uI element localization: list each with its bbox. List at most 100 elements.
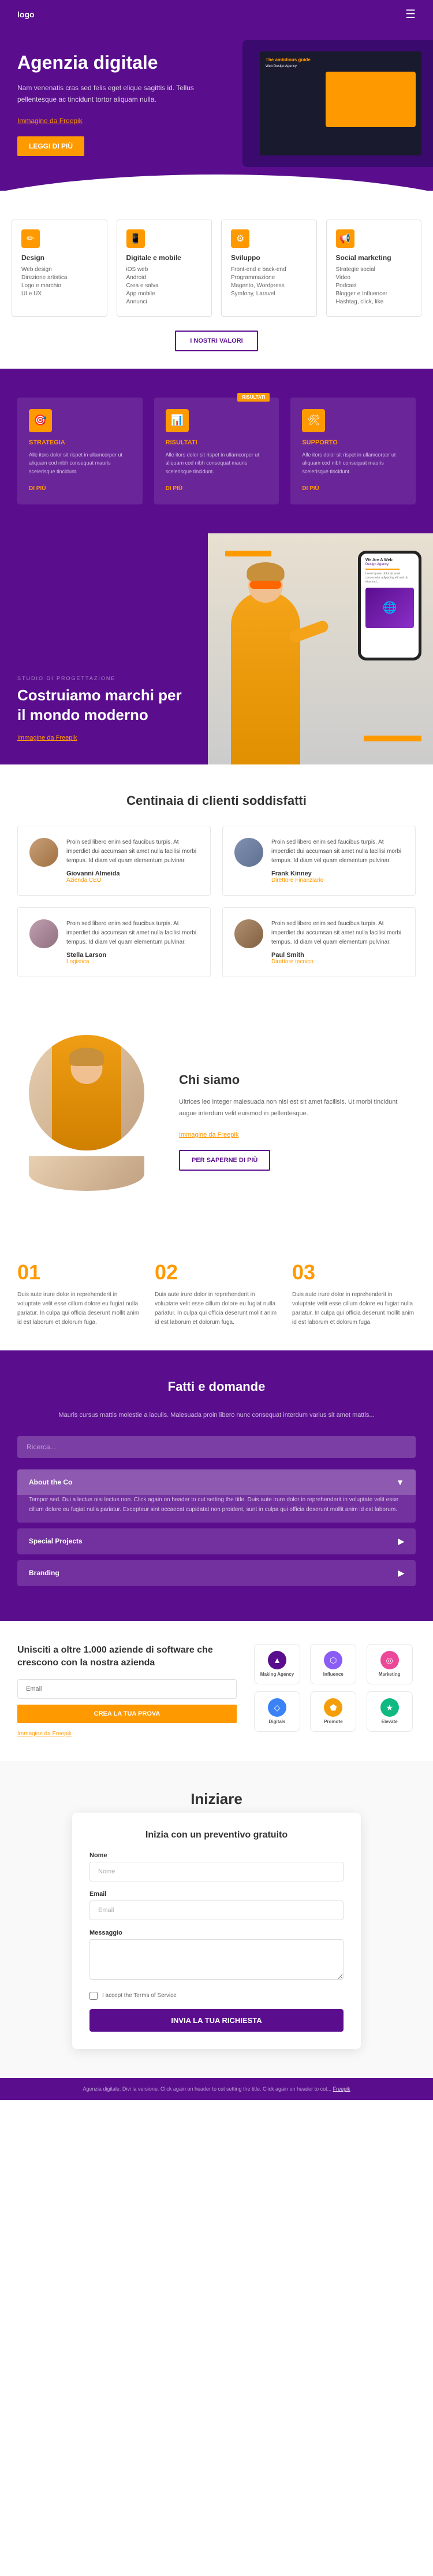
- service-card-sviluppo: ⚙ Sviluppo Front-end e back-end Programm…: [221, 220, 317, 317]
- testimonial-content-3: Proin sed libero enim sed faucibus turpi…: [271, 919, 404, 965]
- testimonial-name-1: Frank Kinney: [271, 870, 404, 877]
- testimonial-card-3: Proin sed libero enim sed faucibus turpi…: [222, 907, 416, 977]
- phone-subtext: Design Agency: [365, 563, 414, 566]
- partner-logo-4: ⬟ Promote: [310, 1691, 356, 1732]
- partner-logo-3: ◇ Digitals: [254, 1691, 300, 1732]
- laptop-screen: The ambitious guide Web Design Agency: [260, 51, 421, 155]
- services-section: ✏ Design Web design Direzione artistica …: [0, 191, 433, 369]
- list-item: Direzione artistica: [21, 274, 98, 281]
- form-checkbox-wrap: I accept the Terms of Service: [89, 1992, 344, 2000]
- purple-card-link-1[interactable]: DI PIÙ: [166, 485, 182, 492]
- faq-section: Fatti e domande Mauris cursus mattis mol…: [0, 1350, 433, 1621]
- list-item: Magento, Wordpress: [231, 283, 307, 289]
- faq-search-wrap: [17, 1436, 416, 1458]
- testimonial-text-2: Proin sed libero enim sed faucibus turpi…: [66, 919, 199, 947]
- testimonial-text-0: Proin sed libero enim sed faucibus turpi…: [66, 838, 199, 866]
- values-button[interactable]: I NOSTRI VALORI: [175, 331, 257, 351]
- build-image-link[interactable]: Immagine da Freepik: [17, 734, 191, 741]
- risultati-badge: RISULTATI: [237, 393, 270, 402]
- purple-card-link-2[interactable]: DI PIÙ: [302, 485, 319, 492]
- service-title-social: Social marketing: [336, 254, 412, 262]
- partners-email-input[interactable]: [17, 1679, 237, 1699]
- deco-rect-2: [364, 736, 421, 741]
- phone-body: Lorem ipsum dolor sit amet consectetur a…: [365, 572, 414, 584]
- partners-create-button[interactable]: Crea la tua prova: [17, 1705, 237, 1723]
- testimonial-role-1: Direttore Finanziario: [271, 877, 404, 884]
- strategia-icon: 🎯: [29, 409, 52, 432]
- faq-item-0: About the Co ▼ Tempor sed. Dui a lectus …: [17, 1469, 416, 1523]
- who-button[interactable]: PER SAPERNE DI PIÙ: [179, 1150, 270, 1171]
- service-list-mobile: iOS web Android Crea e salva App mobile …: [126, 266, 203, 305]
- hero-laptop-visual: The ambitious guide Web Design Agency: [242, 40, 433, 167]
- faq-answer-0: Tempor sed. Dui a lectus nisi lectus non…: [17, 1495, 416, 1523]
- form-submit-button[interactable]: Invia la tua richiesta: [89, 2009, 344, 2032]
- partner-name-5: Elevate: [382, 1719, 398, 1724]
- hero-description: Nam venenatis cras sed felis eget elique…: [17, 83, 219, 105]
- phone-text: We Are A Web: [365, 558, 414, 562]
- who-person-hair: [69, 1048, 104, 1066]
- partners-section: Unisciti a oltre 1.000 aziende di softwa…: [0, 1621, 433, 1761]
- who-circle: [29, 1035, 144, 1150]
- testimonials-title: Centinaia di clienti soddisfatti: [17, 793, 416, 808]
- numbered-text-1: Duis aute irure dolor in reprehenderit i…: [155, 1290, 278, 1327]
- partner-icon-5: ★: [380, 1698, 399, 1717]
- form-email-input[interactable]: [89, 1901, 344, 1920]
- testimonial-text-3: Proin sed libero enim sed faucibus turpi…: [271, 919, 404, 947]
- testimonial-name-2: Stella Larson: [66, 952, 199, 959]
- hero-cta-button[interactable]: LEGGI DI PIÙ: [17, 136, 84, 156]
- faq-search-input[interactable]: [17, 1436, 416, 1458]
- testimonial-role-0: Azienda CEO: [66, 877, 199, 884]
- faq-question-1[interactable]: Special Projects ▶: [17, 1528, 416, 1554]
- numbered-num-1: 02: [155, 1260, 278, 1285]
- build-right: We Are A Web Design Agency Lorem ipsum d…: [208, 533, 433, 764]
- person-torso: [231, 591, 300, 764]
- purple-card-desc-2: Alle itors dolor sit rispet in ullamcorp…: [302, 451, 404, 476]
- service-card-mobile: 📱 Digitale e mobile iOS web Android Crea…: [117, 220, 212, 317]
- list-item: Front-end e back-end: [231, 266, 307, 273]
- header: logo ☰: [0, 0, 433, 28]
- list-item: Symfony, Laravel: [231, 291, 307, 297]
- partners-title: Unisciti a oltre 1.000 aziende di softwa…: [17, 1644, 237, 1670]
- list-item: Logo e marchio: [21, 283, 98, 289]
- hamburger-menu[interactable]: ☰: [405, 7, 416, 21]
- purple-card-title-0: STRATEGIA: [29, 439, 131, 446]
- hero-image-link[interactable]: Immagine da Freepik: [17, 117, 219, 125]
- list-item: Blogger e Influencer: [336, 291, 412, 297]
- faq-question-2[interactable]: Branding ▶: [17, 1560, 416, 1586]
- supporto-icon: 🛠: [302, 409, 325, 432]
- form-name-input[interactable]: [89, 1862, 344, 1881]
- who-person-lower: [29, 1156, 144, 1191]
- who-image-link[interactable]: Immagine da Freepik: [179, 1131, 416, 1138]
- faq-item-1: Special Projects ▶: [17, 1528, 416, 1554]
- partner-name-3: Digitals: [269, 1719, 286, 1724]
- form-message-textarea[interactable]: [89, 1939, 344, 1980]
- partners-image-link[interactable]: Immagine da Freepik: [17, 1731, 72, 1737]
- partners-layout: Unisciti a oltre 1.000 aziende di softwa…: [17, 1644, 416, 1738]
- logo: logo: [17, 10, 35, 19]
- footer-link[interactable]: Freepik: [333, 2086, 350, 2092]
- form-email-field: Email: [89, 1891, 344, 1920]
- build-section: STUDIO DI PROGETTAZIONE Costruiamo march…: [0, 533, 433, 764]
- social-icon: 📢: [336, 229, 354, 248]
- testimonial-role-3: Direttore tecnico: [271, 959, 404, 965]
- service-list-social: Strategie social Video Podcast Blogger e…: [336, 266, 412, 305]
- partners-cta: Unisciti a oltre 1.000 aziende di softwa…: [17, 1644, 237, 1738]
- build-title: Costruiamo marchi per il mondo moderno: [17, 686, 191, 725]
- person-hair: [247, 562, 285, 582]
- purple-card-link-0[interactable]: DI PIÙ: [29, 485, 46, 492]
- form-name-label: Nome: [89, 1852, 344, 1859]
- avatar-1: [234, 838, 263, 867]
- avatar-3: [234, 919, 263, 948]
- purple-card-desc-1: Alle itors dolor sit rispet in ullamcorp…: [166, 451, 268, 476]
- partner-logo-5: ★ Elevate: [367, 1691, 413, 1732]
- service-list-sviluppo: Front-end e back-end Programmazione Mage…: [231, 266, 307, 297]
- faq-question-0[interactable]: About the Co ▼: [17, 1469, 416, 1495]
- avatar-2: [29, 919, 58, 948]
- purple-card-title-1: RISULTATI: [166, 439, 268, 446]
- purple-card-supporto: 🛠 SUPPORTO Alle itors dolor sit rispet i…: [290, 398, 416, 504]
- phone-screen: We Are A Web Design Agency Lorem ipsum d…: [361, 554, 419, 658]
- faq-chevron-0: ▼: [396, 1478, 404, 1487]
- form-terms-checkbox[interactable]: [89, 1992, 98, 2000]
- list-item: Hashtag, click, like: [336, 299, 412, 305]
- purple-cards-section: 🎯 STRATEGIA Alle itors dolor sit rispet …: [0, 369, 433, 533]
